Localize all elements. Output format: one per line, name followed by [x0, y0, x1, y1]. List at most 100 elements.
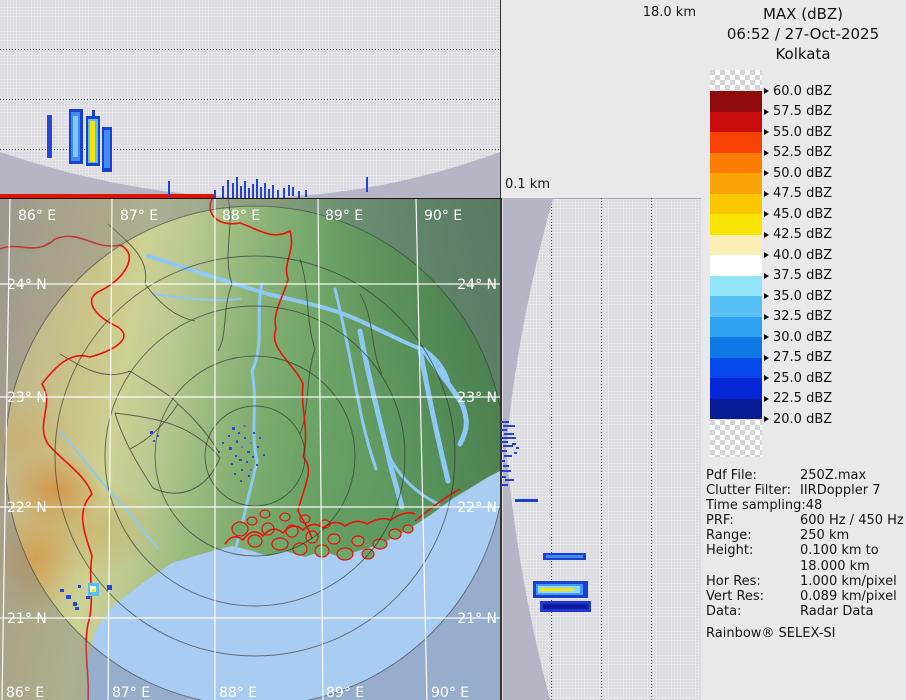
tick-arrow-icon — [764, 232, 769, 238]
echo-cell — [232, 427, 235, 430]
echo-cell — [256, 464, 258, 466]
tick-arrow-icon — [764, 109, 769, 115]
echo-tick — [256, 179, 258, 198]
tick-arrow-icon — [764, 334, 769, 340]
echo-dash — [502, 470, 511, 472]
echo-bar — [546, 555, 583, 558]
tick-arrow-icon — [764, 191, 769, 197]
tick-arrow-icon — [764, 273, 769, 279]
legend-entry-label: 55.0 dBZ — [773, 125, 832, 140]
info-label — [706, 559, 800, 574]
legend-entry: 35.0 dBZ — [762, 289, 832, 303]
info-value: IIRDoppler 7 — [800, 483, 881, 498]
echo-dash — [502, 484, 508, 486]
echo-dash — [504, 433, 514, 435]
echo-dash — [514, 452, 517, 454]
echo-tick — [305, 190, 307, 197]
echo-column — [73, 116, 78, 157]
legend-band — [710, 112, 762, 133]
radar-product-window: 18.0 km 0.1 km — [0, 0, 906, 700]
legend-band — [710, 132, 762, 153]
longitude-label: 90° E — [424, 208, 462, 224]
legend-entry: 20.0 dBZ — [762, 412, 832, 426]
echo-tick — [248, 188, 250, 198]
tick-arrow-icon — [764, 355, 769, 361]
legend-entry-label: 50.0 dBZ — [773, 166, 832, 181]
echo-cell — [263, 454, 265, 456]
echo-cell — [222, 442, 224, 444]
echo-cell — [229, 447, 232, 450]
echo-cell — [218, 451, 220, 453]
legend-entry-label: 30.0 dBZ — [773, 330, 832, 345]
height-axis-min-label: 0.1 km — [505, 177, 550, 192]
longitude-label: 89° E — [325, 208, 363, 224]
info-label: Height: — [706, 543, 800, 558]
echo-dash — [501, 421, 509, 423]
legend-entry-label: 25.0 dBZ — [773, 371, 832, 386]
legend-band — [710, 214, 762, 235]
echo-dash — [501, 476, 506, 478]
echo-column — [90, 121, 95, 162]
echo-cell — [250, 469, 252, 471]
tick-arrow-icon — [764, 170, 769, 176]
echo-cell — [157, 435, 159, 437]
echo-dash — [501, 441, 508, 443]
tick-arrow-icon — [764, 252, 769, 258]
tick-arrow-icon — [764, 88, 769, 94]
legend-entry: 57.5 dBZ — [762, 105, 832, 119]
echo-tick — [227, 180, 229, 198]
info-value: 48 — [806, 498, 823, 513]
info-value: 600 Hz / 450 Hz — [800, 513, 904, 528]
tick-arrow-icon — [764, 150, 769, 156]
info-label: Range: — [706, 528, 800, 543]
info-label: Vert Res: — [706, 589, 800, 604]
echo-tick — [260, 187, 262, 198]
legend-band — [710, 194, 762, 215]
echo-dash — [502, 450, 507, 452]
echo-dash — [502, 437, 516, 439]
tick-arrow-icon — [764, 396, 769, 402]
latitude-label: 22° N — [7, 500, 47, 516]
legend-entry: 50.0 dBZ — [762, 166, 832, 180]
legend-entry: 47.5 dBZ — [762, 187, 832, 201]
title-block: MAX (dBZ) 06:52 / 27-Oct-2025 Kolkata — [700, 4, 906, 64]
longitude-label: 88° E — [222, 208, 260, 224]
color-scale-labels: 60.0 dBZ57.5 dBZ55.0 dBZ52.5 dBZ50.0 dBZ… — [762, 70, 902, 457]
legend-band — [710, 153, 762, 174]
height-axis-max-label: 18.0 km — [636, 5, 696, 20]
echo-dash — [516, 447, 519, 449]
echo-dash — [505, 479, 514, 481]
legend-band — [710, 91, 762, 112]
info-row: Range:250 km — [706, 528, 904, 543]
echo-cell — [150, 431, 153, 434]
echo-cell — [246, 461, 248, 463]
legend-entry: 30.0 dBZ — [762, 330, 832, 344]
ew-cross-section-panel[interactable] — [0, 0, 501, 198]
legend-band — [710, 276, 762, 297]
info-row: Height:0.100 km to — [706, 543, 904, 558]
ppi-map[interactable]: 86° E86° E87° E87° E88° E88° E89° E89° E… — [0, 198, 501, 700]
legend-entry-label: 47.5 dBZ — [773, 186, 832, 201]
echo-cell — [243, 425, 246, 427]
longitude-label: 87° E — [112, 685, 150, 700]
echo-cell — [234, 473, 236, 475]
echo-cell — [239, 459, 242, 461]
info-value: 250Z.max — [800, 468, 866, 483]
info-row: Data:Radar Data — [706, 604, 904, 619]
legend-entry-label: 27.5 dBZ — [773, 350, 832, 365]
ns-cross-section-panel[interactable] — [501, 198, 701, 700]
echo-cell — [75, 607, 79, 610]
echo-dash — [503, 465, 509, 467]
legend-band — [710, 296, 762, 317]
info-row: Clutter Filter:IIRDoppler 7 — [706, 483, 904, 498]
longitude-label: 89° E — [326, 685, 364, 700]
echo-cell — [259, 437, 261, 439]
legend-entry: 27.5 dBZ — [762, 351, 832, 365]
longitude-label: 88° E — [219, 685, 257, 700]
legend-entry: 25.0 dBZ — [762, 371, 832, 385]
legend-entry: 60.0 dBZ — [762, 84, 832, 98]
echo-tick — [252, 184, 254, 198]
echo-cell — [240, 480, 242, 482]
echo-cell — [244, 437, 246, 439]
echo-dash — [503, 425, 515, 427]
